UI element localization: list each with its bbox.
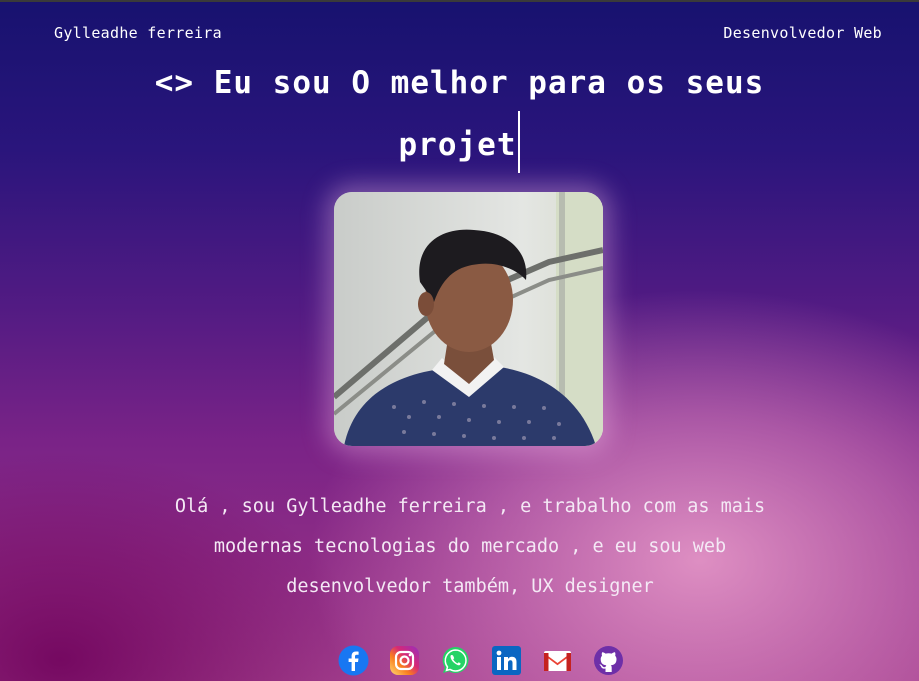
gmail-icon[interactable]: [542, 645, 573, 676]
linkedin-icon[interactable]: [491, 645, 522, 676]
site-owner-name: Gylleadhe ferreira: [54, 24, 222, 42]
social-links: [338, 645, 624, 676]
window-top-border: [0, 0, 919, 2]
profile-photo: [334, 192, 603, 446]
headline-line-2: projet: [0, 111, 919, 176]
instagram-icon[interactable]: [389, 645, 420, 676]
site-role-label: Desenvolvedor Web: [723, 24, 882, 42]
intro-line-3: desenvolvedor também, UX designer: [286, 576, 654, 597]
intro-line-2: modernas tecnologias do mercado , e eu s…: [213, 536, 727, 557]
facebook-icon[interactable]: [338, 645, 369, 676]
headline-line-1: <> Eu sou O melhor para os seus: [154, 65, 765, 101]
typing-cursor: [518, 111, 521, 173]
intro-line-1: Olá , sou Gylleadhe ferreira , e trabalh…: [174, 496, 766, 517]
intro-paragraph: Olá , sou Gylleadhe ferreira , e trabalh…: [120, 487, 820, 607]
headline-typed-text: projet: [398, 127, 517, 163]
github-icon[interactable]: [593, 645, 624, 676]
hero-headline: <> Eu sou O melhor para os seus projet: [0, 52, 919, 176]
whatsapp-icon[interactable]: [440, 645, 471, 676]
